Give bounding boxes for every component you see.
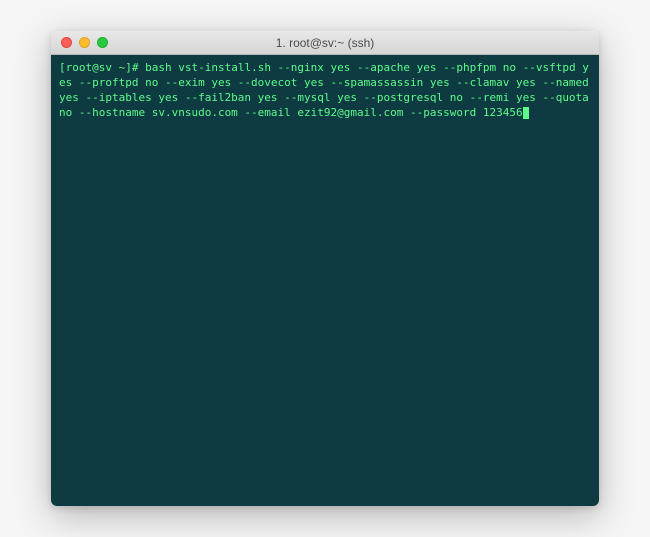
close-button[interactable]: [61, 37, 72, 48]
command-input: bash vst-install.sh --nginx yes --apache…: [59, 61, 595, 119]
cursor-icon: [523, 107, 529, 119]
terminal-content: [root@sv ~]# bash vst-install.sh --nginx…: [59, 61, 591, 120]
minimize-button[interactable]: [79, 37, 90, 48]
shell-prompt: [root@sv ~]#: [59, 61, 138, 74]
window-title: 1. root@sv:~ (ssh): [276, 36, 375, 50]
title-bar: 1. root@sv:~ (ssh): [51, 31, 599, 55]
terminal-window: 1. root@sv:~ (ssh) [root@sv ~]# bash vst…: [51, 31, 599, 506]
traffic-lights: [61, 37, 108, 48]
terminal-body[interactable]: [root@sv ~]# bash vst-install.sh --nginx…: [51, 55, 599, 506]
maximize-button[interactable]: [97, 37, 108, 48]
